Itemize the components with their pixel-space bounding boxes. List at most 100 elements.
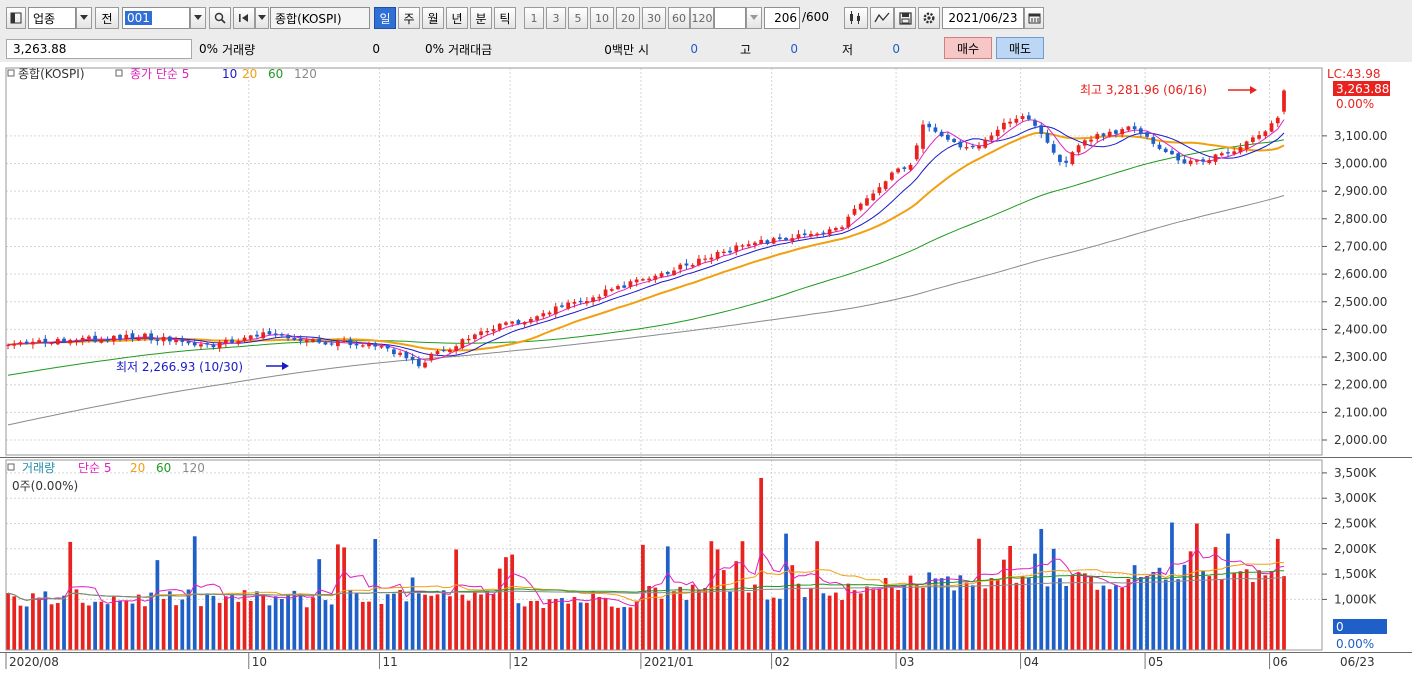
volume-axis-label: 3,000K <box>1334 491 1377 505</box>
candle-body <box>74 339 79 342</box>
volume-bar <box>329 604 334 650</box>
candle-body <box>1163 148 1168 153</box>
candle-body <box>1244 141 1249 149</box>
candlestick-chart[interactable]: 3,100.00 3,000.00 2,900.00 2,800.00 2,700.00… <box>0 62 1412 678</box>
candle-body <box>684 263 689 266</box>
minute-10-button[interactable]: 10 <box>590 7 614 29</box>
candle-body <box>242 337 247 342</box>
minute-5-button[interactable]: 5 <box>568 7 588 29</box>
candle-body <box>12 343 17 346</box>
volume-bar <box>516 603 521 650</box>
volume-bar <box>143 606 147 650</box>
minute-30-button[interactable]: 30 <box>642 7 666 29</box>
chart-area[interactable]: 3,100.00 3,000.00 2,900.00 2,800.00 2,700.00… <box>0 62 1412 678</box>
candle-body <box>734 245 739 252</box>
candle-body <box>1095 134 1100 140</box>
custom-period-dropdown-icon[interactable] <box>746 7 762 29</box>
prev-next-icon[interactable] <box>233 7 255 29</box>
candle-body <box>111 335 116 342</box>
settings-gear-icon[interactable] <box>918 7 940 29</box>
volume-bar <box>1138 577 1143 650</box>
minute-3-button[interactable]: 3 <box>546 7 566 29</box>
prev-next-dropdown-icon[interactable] <box>255 7 269 29</box>
volume-bar <box>1219 579 1224 650</box>
candle-body <box>379 346 384 348</box>
period-month-button[interactable]: 월 <box>422 7 444 29</box>
volume-bar <box>821 593 826 650</box>
period-week-button[interactable]: 주 <box>398 7 420 29</box>
volume-bar <box>1269 571 1274 650</box>
candle-type-icon[interactable] <box>844 7 868 29</box>
volume-bar <box>628 607 633 650</box>
candle-body <box>802 233 807 235</box>
candle-body <box>223 339 228 344</box>
candle-body <box>665 271 670 275</box>
volume-bar <box>784 533 788 650</box>
code-dropdown-icon[interactable] <box>190 7 206 29</box>
volume-bar <box>1207 576 1212 650</box>
market-type-dropdown-icon[interactable] <box>76 7 92 29</box>
candle-body <box>186 341 191 344</box>
date-axis-label-last: 06/23 <box>1340 655 1375 669</box>
search-icon[interactable] <box>209 7 231 29</box>
code-input[interactable]: 001 <box>122 7 190 29</box>
volume-bar <box>37 597 41 650</box>
candle-body <box>230 339 234 343</box>
amount-value: 0백만 <box>604 42 634 57</box>
period-year-button[interactable]: 년 <box>446 7 468 29</box>
low-label: 저 <box>842 42 854 57</box>
minute-20-button[interactable]: 20 <box>616 7 640 29</box>
candle-body <box>1002 122 1006 130</box>
volume-bar <box>186 589 191 650</box>
volume-bar <box>1082 573 1087 650</box>
period-minute-button[interactable]: 분 <box>470 7 492 29</box>
period-day-button[interactable]: 일 <box>374 7 396 29</box>
minute-1-button[interactable]: 1 <box>524 7 544 29</box>
sell-button[interactable]: 매도 <box>996 37 1044 59</box>
volume-bar <box>933 578 938 650</box>
candle-body <box>1039 125 1044 134</box>
volume-bar <box>410 577 415 650</box>
candle-body <box>1008 121 1012 124</box>
candle-body <box>641 279 645 281</box>
candle-body <box>143 333 147 338</box>
candle-body <box>970 145 975 148</box>
save-icon[interactable] <box>894 7 916 29</box>
candle-body <box>99 339 104 343</box>
market-type-select[interactable]: 업종 <box>28 7 76 29</box>
minute-60-button[interactable]: 60 <box>668 7 690 29</box>
custom-period-input[interactable] <box>714 7 746 29</box>
candle-body <box>703 258 707 260</box>
candle-body <box>1269 123 1274 132</box>
price-axis-label: 2,200.00 <box>1334 378 1387 392</box>
minute-120-button[interactable]: 120 <box>690 7 714 29</box>
candle-body <box>914 145 919 160</box>
volume-bar <box>24 606 29 650</box>
volume-bar <box>273 596 278 650</box>
candle-body <box>167 336 172 342</box>
candle-body <box>6 344 10 346</box>
line-tool-icon[interactable] <box>870 7 894 29</box>
volume-axis-label: 2,000K <box>1334 542 1377 556</box>
period-tick-button[interactable]: 틱 <box>494 7 516 29</box>
candle-body <box>821 232 826 234</box>
candle-body <box>541 313 546 317</box>
buy-button[interactable]: 매수 <box>944 37 992 59</box>
last-price-value: 3,263.88 <box>1336 82 1389 96</box>
candle-body <box>280 334 284 336</box>
legend-ma20: 20 <box>242 67 257 81</box>
candle-body <box>952 138 956 143</box>
all-button[interactable]: 전 <box>95 7 119 29</box>
count-input[interactable]: 206 <box>764 7 800 29</box>
volume-bar <box>31 593 35 650</box>
candle-body <box>528 318 533 323</box>
lc-label: LC:43.98 <box>1327 67 1380 81</box>
candle-body <box>1213 154 1218 162</box>
volume-bar <box>192 536 197 650</box>
date-input[interactable]: 2021/06/23 <box>942 7 1024 29</box>
volume-bar <box>441 590 446 650</box>
calendar-icon[interactable] <box>1024 7 1044 29</box>
volume-bar <box>373 539 378 650</box>
candle-body <box>609 289 614 291</box>
window-icon[interactable] <box>6 7 26 29</box>
